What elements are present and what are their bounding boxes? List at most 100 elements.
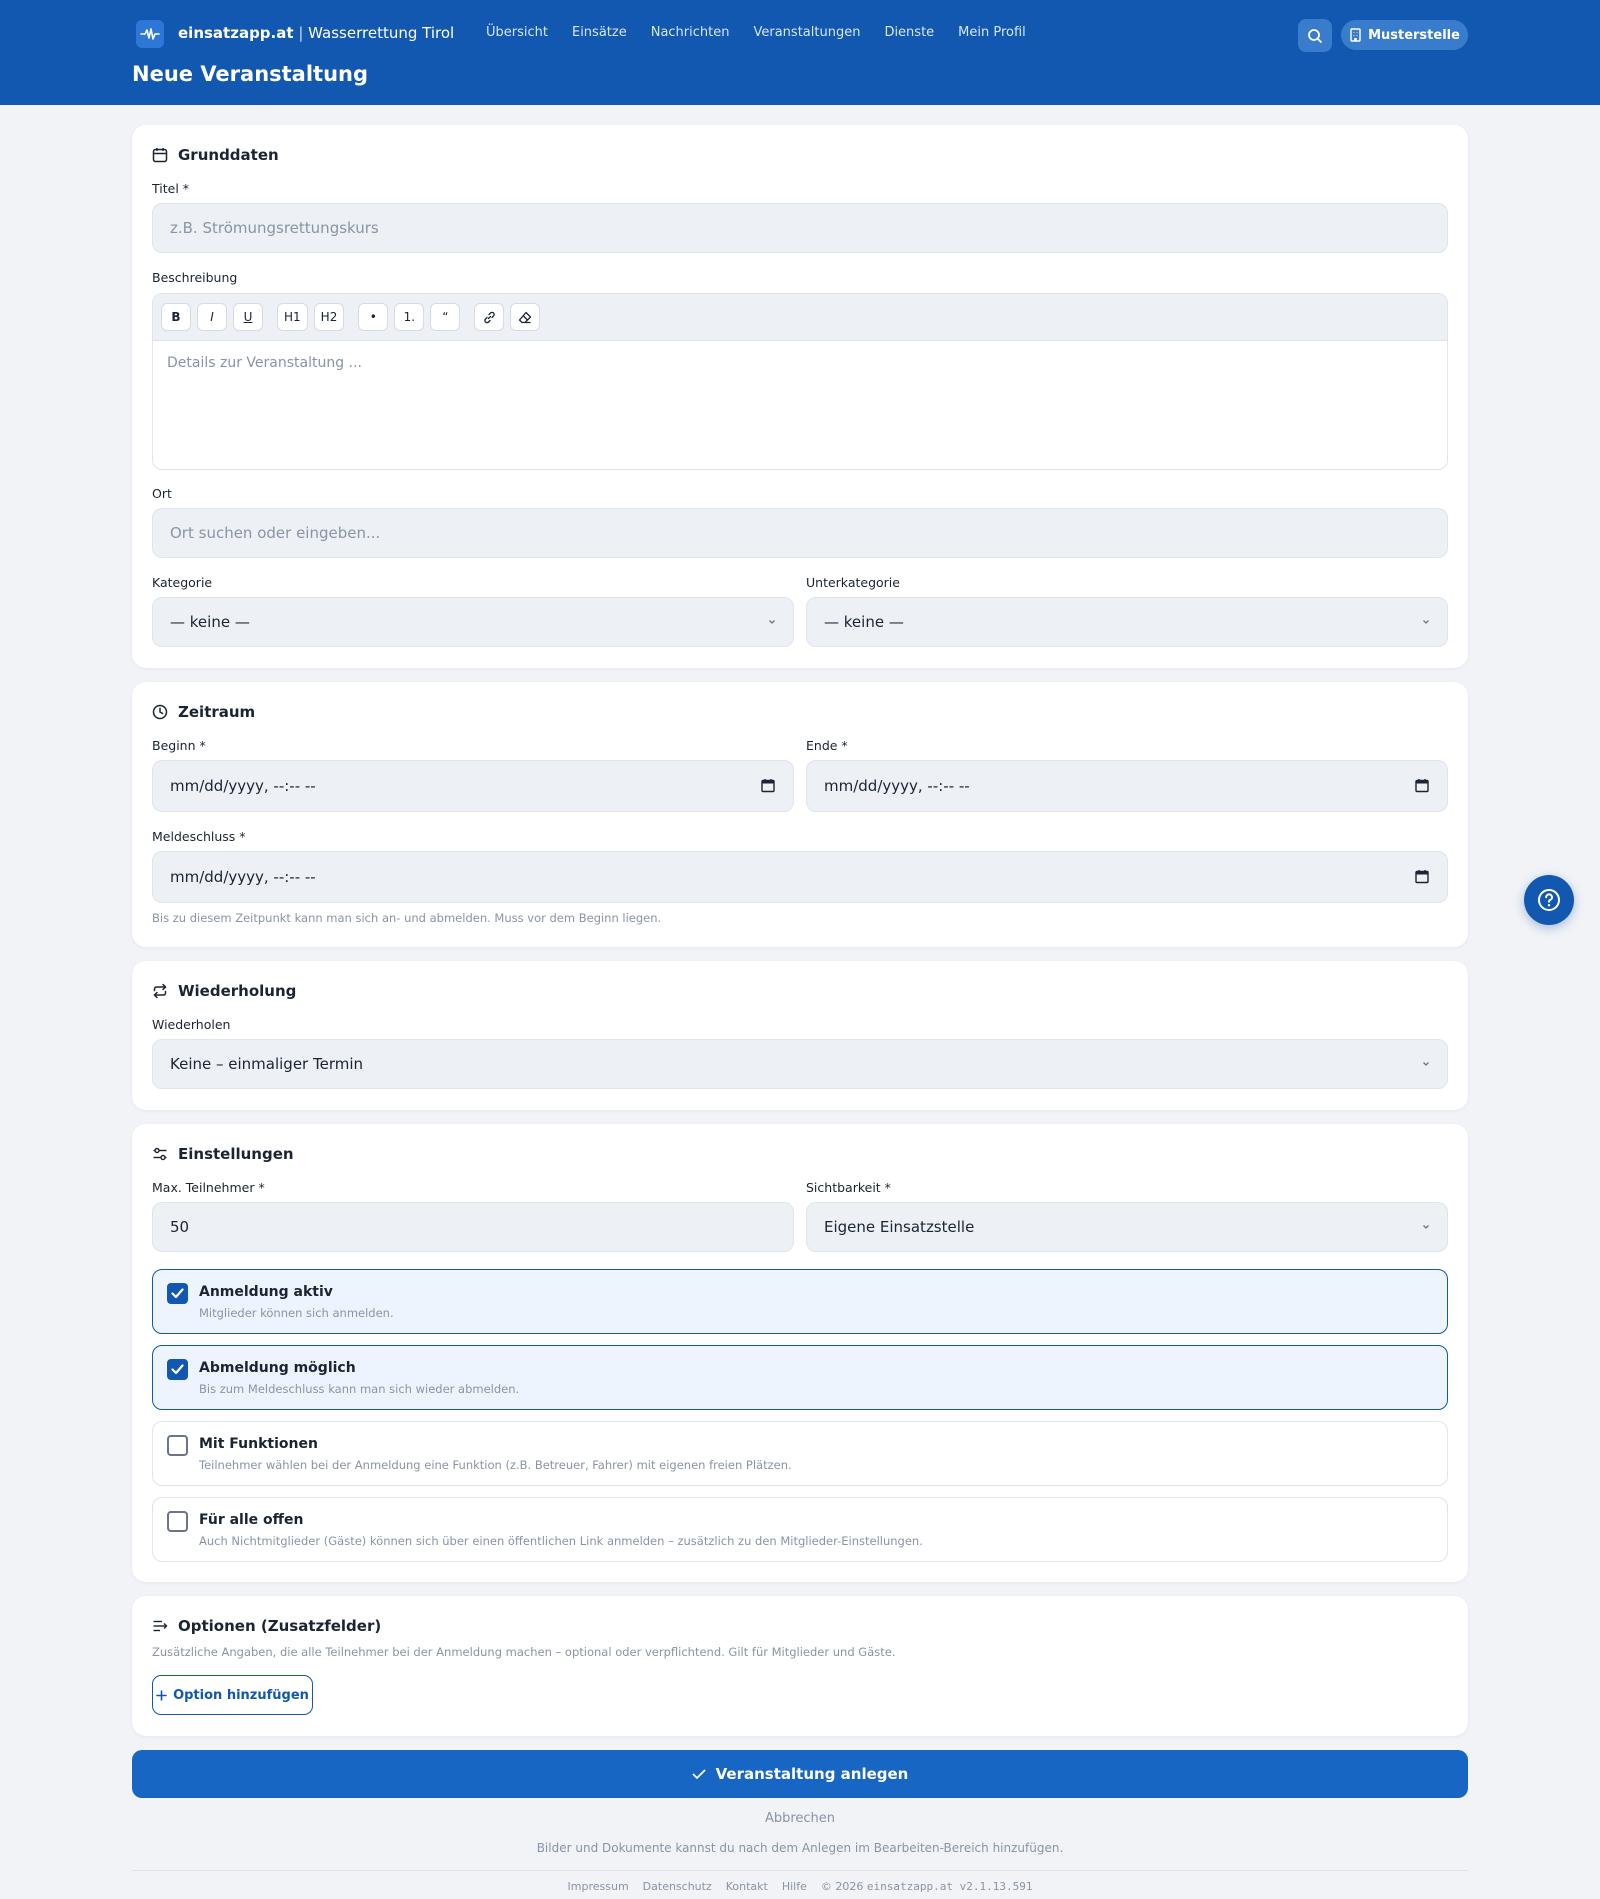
create-event-button[interactable]: Veranstaltung anlegen: [132, 1750, 1468, 1798]
nav-item-nachrichten[interactable]: Nachrichten: [651, 25, 730, 40]
card-grunddaten: Grunddaten Titel * z.B. Strömungsrettung…: [132, 125, 1468, 668]
max-teilnehmer-input[interactable]: 50: [152, 1202, 794, 1252]
sichtbarkeit-select[interactable]: Eigene Einsatzstelle: [806, 1202, 1448, 1252]
ordered-list-button[interactable]: 1.: [394, 303, 425, 331]
fuer-alle-offen-checkbox[interactable]: [167, 1511, 188, 1532]
ort-input[interactable]: Ort suchen oder eingeben...: [152, 508, 1448, 558]
chevron-down-icon: [1423, 1062, 1429, 1066]
footer-link-datenschutz[interactable]: Datenschutz: [643, 1880, 712, 1893]
wiederholen-value: Keine – einmaliger Termin: [170, 1055, 364, 1073]
h2-button[interactable]: H2: [313, 303, 345, 331]
nav-item-einsaetze[interactable]: Einsätze: [572, 25, 627, 40]
unterkategorie-select[interactable]: — keine —: [806, 597, 1448, 647]
option-abmeldung-moeglich[interactable]: Abmeldung möglich Bis zum Meldeschluss k…: [152, 1345, 1448, 1410]
section-title-text: Optionen (Zusatzfelder): [178, 1617, 382, 1635]
quote-button[interactable]: “: [430, 303, 461, 331]
cancel-link[interactable]: Abbrechen: [0, 1811, 1600, 1826]
beschreibung-label: Beschreibung: [152, 270, 238, 285]
footer-link-kontakt[interactable]: Kontakt: [726, 1880, 768, 1893]
bold-button[interactable]: B: [161, 303, 191, 331]
chevron-down-icon: [769, 620, 775, 624]
repeat-icon: [153, 983, 167, 999]
option-anmeldung-aktiv[interactable]: Anmeldung aktiv Mitglieder können sich a…: [152, 1269, 1448, 1334]
section-title-zeitraum: Zeitraum: [152, 703, 255, 721]
nav-item-dienste[interactable]: Dienste: [884, 25, 934, 40]
card-zeitraum: Zeitraum Beginn * mm/dd/yyyy, --:-- -- E…: [132, 682, 1468, 947]
section-title-optionen: Optionen (Zusatzfelder): [152, 1617, 381, 1635]
footer-link-impressum[interactable]: Impressum: [568, 1880, 629, 1893]
italic-button[interactable]: I: [197, 303, 227, 331]
search-icon: [1308, 28, 1322, 43]
brand[interactable]: einsatzapp.at | Wasserrettung Tirol: [178, 24, 454, 42]
card-wiederholung: Wiederholung Wiederholen Keine – einmali…: [132, 961, 1468, 1110]
check-icon: [171, 1364, 184, 1375]
titel-label: Titel *: [152, 181, 190, 196]
meldeschluss-datetime-input[interactable]: mm/dd/yyyy, --:-- --: [152, 851, 1448, 903]
ende-datetime-input[interactable]: mm/dd/yyyy, --:-- --: [806, 760, 1448, 812]
anmeldung-aktiv-checkbox[interactable]: [167, 1283, 188, 1304]
org-switch-button[interactable]: Musterstelle: [1341, 20, 1468, 50]
wiederholen-select[interactable]: Keine – einmaliger Termin: [152, 1039, 1448, 1089]
link-icon: [484, 311, 495, 323]
card-einstellungen: Einstellungen Max. Teilnehmer * 50 Sicht…: [132, 1124, 1468, 1582]
wiederholen-label: Wiederholen: [152, 1017, 231, 1032]
kategorie-value: — keine —: [170, 613, 250, 631]
section-title-text: Zeitraum: [178, 703, 256, 721]
brand-name: einsatzapp.at: [178, 24, 294, 42]
option-title: Anmeldung aktiv: [199, 1284, 333, 1300]
nav-item-veranstaltungen[interactable]: Veranstaltungen: [753, 25, 860, 40]
meldeschluss-value: mm/dd/yyyy, --:-- --: [170, 868, 316, 886]
chevron-down-icon: [1423, 620, 1429, 624]
optionen-description: Zusätzliche Angaben, die alle Teilnehmer…: [152, 1645, 896, 1659]
section-title-text: Grunddaten: [178, 146, 279, 164]
plus-icon: [156, 1689, 167, 1701]
nav-item-mein-profil[interactable]: Mein Profil: [958, 25, 1026, 40]
building-icon: [1350, 28, 1361, 42]
brand-separator: |: [298, 24, 304, 42]
underline-button[interactable]: U: [233, 303, 263, 331]
pulse-logo-icon[interactable]: [136, 20, 164, 48]
beginn-value: mm/dd/yyyy, --:-- --: [170, 777, 316, 795]
option-fuer-alle-offen[interactable]: Für alle offen Auch Nichtmitglieder (Gäs…: [152, 1497, 1448, 1562]
bullet-list-button[interactable]: •: [358, 303, 389, 331]
nav-item-uebersicht[interactable]: Übersicht: [486, 25, 548, 40]
check-icon: [692, 1769, 706, 1779]
org-button-label: Musterstelle: [1368, 27, 1460, 43]
option-description: Auch Nichtmitglieder (Gäste) können sich…: [199, 1534, 923, 1548]
page-title: Neue Veranstaltung: [132, 62, 369, 86]
chevron-down-icon: [1423, 1225, 1429, 1229]
top-header: einsatzapp.at | Wasserrettung Tirol Über…: [0, 0, 1600, 105]
titel-input[interactable]: z.B. Strömungsrettungskurs: [152, 203, 1448, 253]
link-button[interactable]: [474, 303, 505, 331]
calendar-picker-icon[interactable]: [1415, 778, 1429, 793]
ende-label: Ende *: [806, 738, 848, 753]
search-button[interactable]: [1298, 19, 1332, 52]
clear-format-button[interactable]: [510, 303, 541, 331]
meldeschluss-hint: Bis zu diesem Zeitpunkt kann man sich an…: [152, 911, 662, 925]
section-title-einstellungen: Einstellungen: [152, 1145, 294, 1163]
card-optionen: Optionen (Zusatzfelder) Zusätzliche Anga…: [132, 1596, 1468, 1736]
footer-copyright: © 2026 einsatzapp.at v2.1.13.591: [821, 1880, 1033, 1893]
beschreibung-editor-area[interactable]: Details zur Veranstaltung ...: [153, 341, 1447, 385]
mit-funktionen-checkbox[interactable]: [167, 1435, 188, 1456]
h1-button[interactable]: H1: [277, 303, 308, 331]
beginn-datetime-input[interactable]: mm/dd/yyyy, --:-- --: [152, 760, 794, 812]
option-mit-funktionen[interactable]: Mit Funktionen Teilnehmer wählen bei der…: [152, 1421, 1448, 1486]
unterkategorie-value: — keine —: [824, 613, 904, 631]
calendar-icon: [152, 148, 168, 163]
editor-toolbar: B I U H1 H2 • 1. “: [153, 294, 1447, 341]
copyright-text: © 2026: [820, 1880, 864, 1893]
kategorie-select[interactable]: — keine —: [152, 597, 794, 647]
sichtbarkeit-value: Eigene Einsatzstelle: [824, 1218, 975, 1236]
abmeldung-moeglich-checkbox[interactable]: [167, 1359, 188, 1380]
add-option-button[interactable]: Option hinzufügen: [152, 1675, 313, 1715]
kategorie-label: Kategorie: [152, 575, 213, 590]
main-nav: Übersicht Einsätze Nachrichten Veranstal…: [486, 25, 1026, 40]
calendar-picker-icon[interactable]: [761, 778, 775, 793]
unterkategorie-label: Unterkategorie: [806, 575, 900, 590]
footer-link-hilfe[interactable]: Hilfe: [782, 1880, 807, 1893]
option-description: Bis zum Meldeschluss kann man sich wiede…: [199, 1382, 520, 1396]
help-button[interactable]: [1524, 875, 1574, 925]
calendar-picker-icon[interactable]: [1415, 869, 1429, 884]
footer-divider: [132, 1870, 1468, 1871]
